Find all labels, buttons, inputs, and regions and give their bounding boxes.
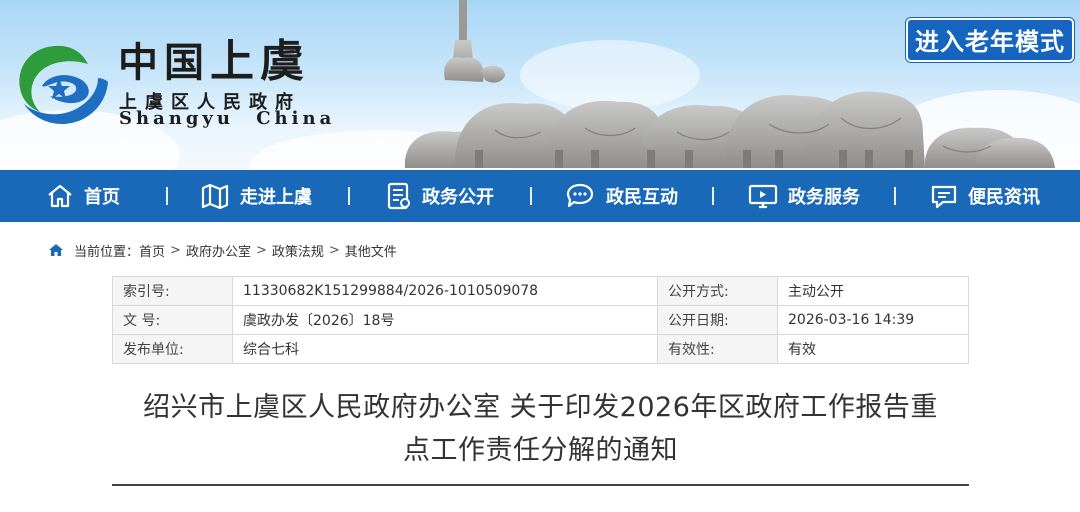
- breadcrumb-separator: >: [255, 242, 267, 258]
- location-home-icon: [49, 244, 63, 256]
- nav-item-label: 首页: [84, 187, 120, 208]
- meta-key-validity: 有效性:: [657, 334, 778, 364]
- nav-item-news[interactable]: 便民资讯: [930, 170, 1040, 222]
- meta-key-publisher: 发布单位:: [112, 334, 233, 364]
- meta-value-index: 11330682K151299884/2026-1010509078: [232, 276, 658, 306]
- table-row: 索引号: 11330682K151299884/2026-1010509078 …: [112, 276, 969, 306]
- meta-key-disclosure-mode: 公开方式:: [657, 276, 778, 306]
- site-title-part-a: 中国: [118, 39, 210, 86]
- meta-value-validity: 有效: [777, 334, 969, 364]
- article-title: 绍兴市上虞区人民政府办公室 关于印发2026年区政府工作报告重 点工作责任分解的…: [112, 386, 969, 472]
- chat-icon: [566, 183, 594, 208]
- nav-item-services[interactable]: 政务服务: [748, 170, 860, 222]
- map-icon: [201, 183, 229, 210]
- nav-item-label: 政民互动: [606, 187, 678, 208]
- nav-item-label: 走进上虞: [240, 187, 312, 208]
- nav-item-label: 便民资讯: [968, 187, 1040, 208]
- nav-divider: [712, 187, 714, 205]
- breadcrumb: 当前位置： 首页 > 政府办公室 > 政策法规 > 其他文件: [48, 240, 397, 260]
- monitor-icon: [748, 184, 778, 209]
- table-row: 发布单位: 综合七科 有效性: 有效: [112, 334, 969, 364]
- nav-item-gov-affairs[interactable]: 政务公开: [386, 170, 494, 222]
- breadcrumb-separator: >: [170, 242, 181, 258]
- meta-value-publish-date: 2026-03-16 14:39: [777, 305, 969, 335]
- elder-mode-button[interactable]: 进入老年模式: [906, 18, 1074, 62]
- breadcrumb-link-office[interactable]: 政府办公室: [186, 241, 251, 260]
- nav-divider: [348, 187, 350, 205]
- site-subtitle-en: Shangyu China: [119, 108, 336, 129]
- document-meta-table: 索引号: 11330682K151299884/2026-1010509078 …: [112, 276, 969, 364]
- site-title-part-b: 上虞: [210, 36, 310, 87]
- title-divider: [112, 484, 969, 486]
- nav-divider: [166, 187, 168, 205]
- meta-key-publish-date: 公开日期:: [657, 305, 778, 335]
- message-icon: [931, 185, 957, 209]
- breadcrumb-link-other[interactable]: 其他文件: [345, 241, 397, 260]
- nav-item-label: 政务公开: [422, 187, 494, 208]
- nav-item-about[interactable]: 走进上虞: [200, 170, 312, 222]
- nav-item-label: 政务服务: [788, 187, 860, 208]
- nav-item-home[interactable]: 首页: [46, 170, 120, 222]
- breadcrumb-link-policy[interactable]: 政策法规: [272, 241, 324, 260]
- meta-value-doc-number: 虞政办发〔2026〕18号: [232, 305, 658, 335]
- article-title-line: 点工作责任分解的通知: [403, 435, 678, 466]
- nav-divider: [894, 187, 896, 205]
- nav-divider: [530, 187, 532, 205]
- document-icon: [387, 182, 410, 210]
- meta-value-disclosure-mode: 主动公开: [777, 276, 969, 306]
- main-nav: 首页 走进上虞 政务公开 政民互动 政务服务 便民资讯: [0, 170, 1080, 222]
- breadcrumb-separator: >: [328, 242, 340, 258]
- meta-key-doc-number: 文 号:: [112, 305, 233, 335]
- breadcrumb-link-home[interactable]: 首页: [139, 241, 165, 260]
- article-title-line: 绍兴市上虞区人民政府办公室 关于印发2026年区政府工作报告重: [143, 392, 938, 423]
- header-banner: 中国上虞 上虞区人民政府 Shangyu China 进入老年模式: [0, 0, 1080, 170]
- home-icon: [48, 184, 72, 208]
- site-title: 中国上虞: [118, 38, 310, 87]
- meta-key-index: 索引号:: [112, 276, 233, 306]
- nav-item-interaction[interactable]: 政民互动: [564, 170, 678, 222]
- table-row: 文 号: 虞政办发〔2026〕18号 公开日期: 2026-03-16 14:3…: [112, 305, 969, 335]
- site-logo-icon[interactable]: [12, 38, 112, 128]
- breadcrumb-prefix: 当前位置：: [74, 244, 140, 260]
- meta-value-publisher: 综合七科: [232, 334, 658, 364]
